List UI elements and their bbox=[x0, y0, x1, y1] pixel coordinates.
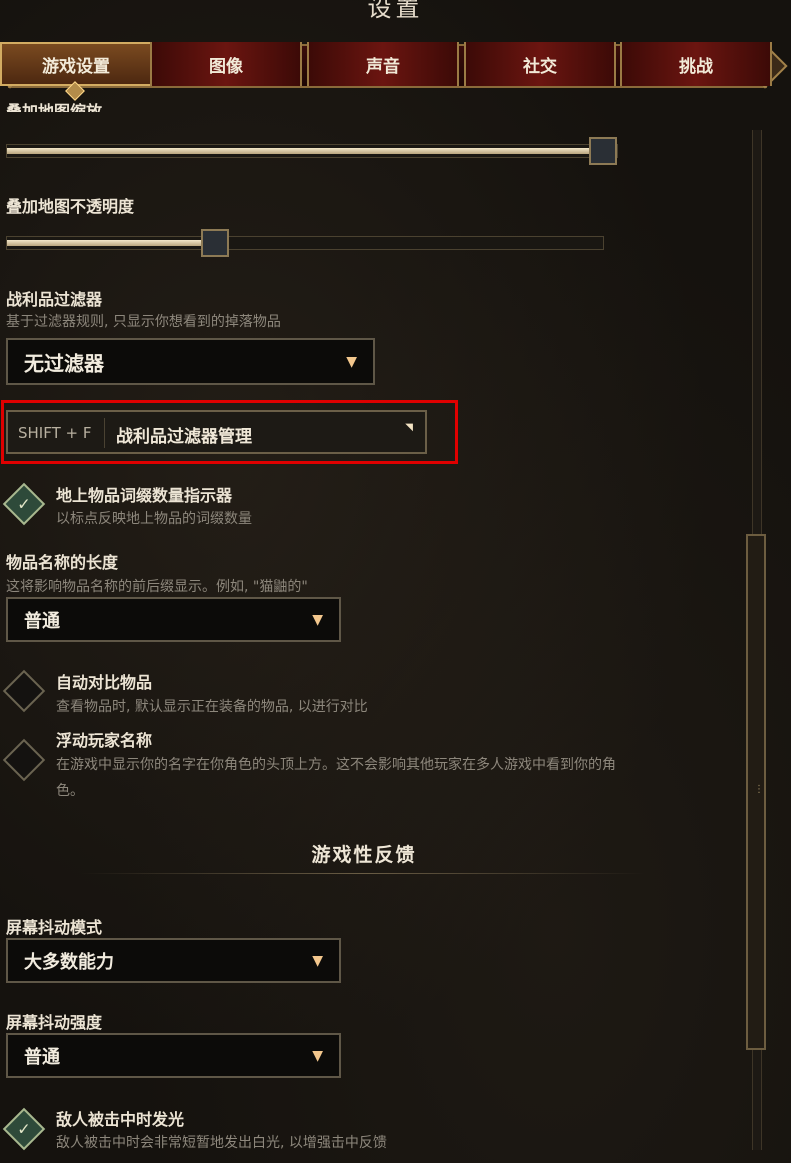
shake-mode-selected: 大多数能力 bbox=[24, 951, 114, 973]
map-zoom-label-clip: 叠加地图缩放 bbox=[0, 88, 740, 112]
section-divider bbox=[80, 873, 646, 874]
check-icon: ✓ bbox=[17, 1119, 31, 1139]
floating-names-checkbox[interactable] bbox=[2, 738, 46, 782]
check-icon: ✓ bbox=[17, 494, 31, 514]
enemy-flash-label: 敌人被击中时发光 bbox=[56, 1110, 185, 1129]
shake-mode-dropdown[interactable]: 大多数能力 ▼ bbox=[6, 938, 341, 983]
map-opacity-slider[interactable] bbox=[6, 229, 604, 257]
map-zoom-label: 叠加地图缩放 bbox=[6, 102, 103, 112]
item-name-length-label: 物品名称的长度 bbox=[6, 553, 119, 572]
scrollbar-thumb[interactable]: ⋮ bbox=[746, 534, 766, 1050]
affix-indicator-checkbox[interactable]: ✓ bbox=[2, 482, 46, 526]
item-name-length-dropdown[interactable]: 普通 ▼ bbox=[6, 597, 341, 642]
shake-intensity-dropdown[interactable]: 普通 ▼ bbox=[6, 1033, 341, 1078]
map-zoom-slider-fill bbox=[7, 148, 597, 154]
loot-filter-dropdown[interactable]: 无过滤器 ▼ bbox=[6, 338, 375, 385]
section-title-feedback: 游戏性反馈 bbox=[311, 844, 417, 866]
chevron-down-icon: ▼ bbox=[312, 1047, 323, 1064]
shake-mode-label: 屏幕抖动模式 bbox=[6, 918, 103, 937]
enemy-flash-checkbox[interactable]: ✓ bbox=[2, 1107, 46, 1151]
settings-content: 叠加地图缩放 叠加地图不透明度 战利品过滤器 基于过滤器规则, 只显示你想看到的… bbox=[0, 0, 791, 1163]
map-opacity-slider-thumb[interactable] bbox=[201, 229, 229, 257]
item-name-length-selected: 普通 bbox=[24, 610, 60, 632]
item-name-length-desc: 这将影响物品名称的前后缀显示。例如, "猫鼬的" bbox=[6, 579, 308, 595]
auto-compare-label: 自动对比物品 bbox=[56, 673, 153, 692]
map-opacity-label: 叠加地图不透明度 bbox=[6, 197, 135, 216]
enemy-flash-desc: 敌人被击中时会非常短暂地发出白光, 以增强击中反馈 bbox=[56, 1135, 387, 1151]
chevron-down-icon: ▼ bbox=[346, 353, 357, 370]
highlight-box bbox=[1, 400, 458, 464]
loot-filter-label: 战利品过滤器 bbox=[6, 290, 103, 309]
affix-indicator-desc: 以标点反映地上物品的词缀数量 bbox=[56, 511, 252, 527]
map-zoom-slider-thumb[interactable] bbox=[589, 137, 617, 165]
chevron-down-icon: ▼ bbox=[312, 952, 323, 969]
map-opacity-slider-fill bbox=[7, 240, 203, 246]
auto-compare-desc: 查看物品时, 默认显示正在装备的物品, 以进行对比 bbox=[56, 699, 368, 715]
loot-filter-selected: 无过滤器 bbox=[24, 351, 104, 375]
shake-intensity-label: 屏幕抖动强度 bbox=[6, 1013, 103, 1032]
floating-names-label: 浮动玩家名称 bbox=[56, 731, 153, 750]
auto-compare-checkbox[interactable] bbox=[2, 669, 46, 713]
shake-intensity-selected: 普通 bbox=[24, 1046, 60, 1068]
map-zoom-slider[interactable] bbox=[6, 137, 618, 165]
affix-indicator-label: 地上物品词缀数量指示器 bbox=[56, 486, 233, 505]
chevron-down-icon: ▼ bbox=[312, 611, 323, 628]
loot-filter-desc: 基于过滤器规则, 只显示你想看到的掉落物品 bbox=[6, 314, 281, 330]
floating-names-desc-line1: 在游戏中显示你的名字在你角色的头顶上方。这不会影响其他玩家在多人游戏中看到你的角 bbox=[56, 757, 616, 773]
grip-icon: ⋮ bbox=[754, 784, 764, 795]
floating-names-desc-line2: 色。 bbox=[56, 783, 84, 799]
